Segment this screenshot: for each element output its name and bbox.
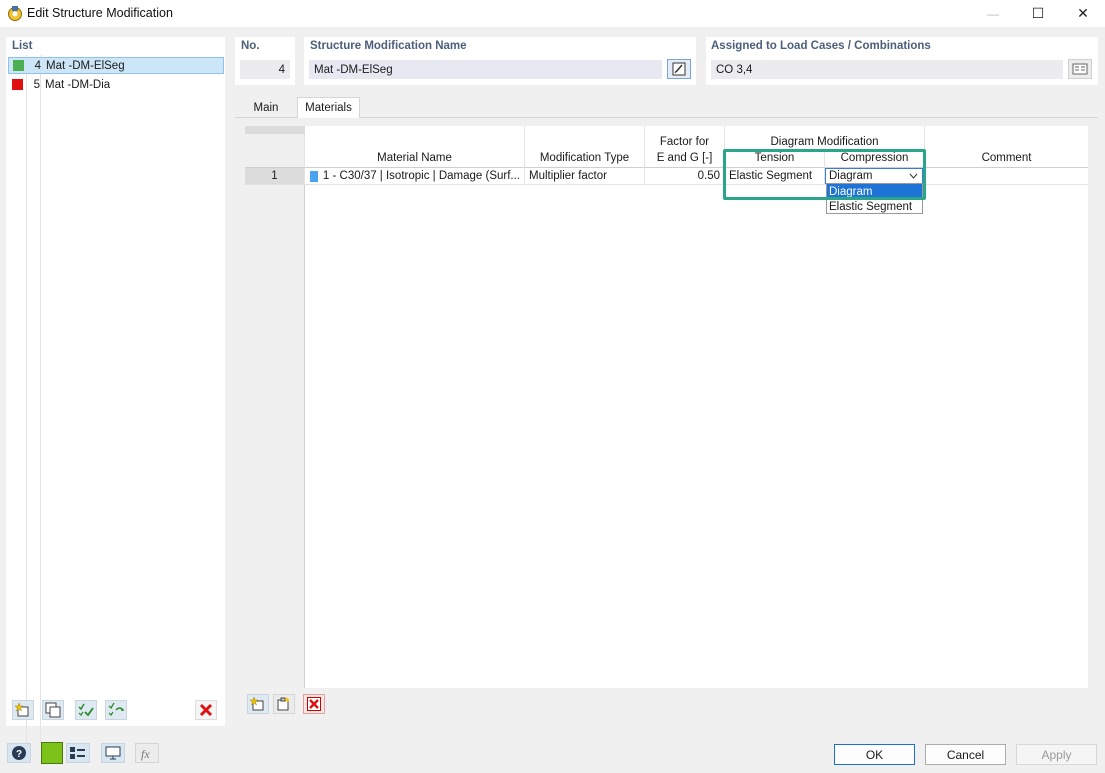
copy-item-button[interactable] [42, 700, 64, 720]
delete-icon [307, 697, 321, 711]
assigned-value: CO 3,4 [716, 63, 753, 76]
display-icon [70, 747, 85, 759]
delete-icon [199, 703, 213, 717]
header-diagram-modification: Diagram Modification [725, 126, 925, 152]
renumber-icon [108, 702, 124, 716]
tab-materials[interactable]: Materials [297, 97, 360, 118]
paste-icon [277, 697, 290, 711]
chevron-down-icon [909, 173, 918, 179]
delete-item-button[interactable] [195, 700, 217, 720]
minimize-icon: — [987, 6, 999, 21]
check-all-button[interactable] [75, 700, 97, 720]
renumber-button[interactable] [105, 700, 127, 720]
assigned-label: Assigned to Load Cases / Combinations [711, 40, 931, 52]
formula-icon: fx [141, 747, 150, 761]
assign-button[interactable] [1068, 59, 1092, 79]
row-number[interactable]: 1 [245, 168, 305, 185]
formula-button[interactable]: fx [135, 743, 159, 763]
compression-dropdown[interactable]: Diagram [825, 168, 923, 184]
new-item-icon [15, 702, 29, 717]
copy-icon [45, 702, 61, 718]
color-swatch [13, 60, 24, 71]
new-item-button[interactable] [12, 700, 34, 720]
no-field: 4 [240, 60, 290, 79]
title-bar: Edit Structure Modification — ☐ ✕ [0, 0, 1105, 27]
no-value: 4 [278, 63, 285, 76]
material-color-swatch [310, 170, 318, 182]
list-item-4[interactable]: 4 Mat -DM-ElSeg [8, 57, 224, 74]
assigned-field: CO 3,4 [711, 60, 1063, 79]
help-icon: ? [12, 746, 26, 760]
list-label: List [12, 40, 33, 52]
list-item-label: Mat -DM-ElSeg [46, 59, 125, 72]
tab-main[interactable]: Main [243, 97, 289, 118]
help-button[interactable]: ? [7, 743, 31, 763]
check-list-icon [78, 703, 94, 717]
materials-table: Material Name Modification Type Factor f… [245, 126, 1088, 688]
delete-row-button[interactable] [303, 694, 325, 714]
cancel-button[interactable]: Cancel [925, 744, 1006, 765]
close-icon: ✕ [1077, 5, 1089, 21]
insert-row-icon [250, 696, 264, 711]
row-header-column [245, 126, 305, 688]
name-input[interactable]: Mat -DM-ElSeg [309, 60, 662, 79]
cell-modification-type[interactable]: Multiplier factor [525, 168, 645, 185]
compression-dropdown-list: Diagram Elastic Segment [826, 183, 923, 214]
edit-name-button[interactable] [667, 59, 691, 79]
paste-row-button[interactable] [273, 694, 295, 714]
display-properties-button[interactable] [66, 743, 90, 763]
monitor-icon [105, 746, 121, 760]
tab-label: Materials [305, 102, 352, 114]
view-button[interactable] [101, 743, 125, 763]
svg-text:?: ? [16, 749, 22, 760]
apply-button[interactable]: Apply [1016, 744, 1097, 765]
no-label: No. [241, 40, 260, 52]
tab-label: Main [253, 101, 279, 114]
cell-material-name[interactable]: 1 - C30/37 | Isotropic | Damage (Surf... [305, 168, 525, 185]
dropdown-option-diagram[interactable]: Diagram [827, 184, 922, 199]
app-icon [8, 6, 22, 21]
color-swatch-button[interactable] [41, 742, 63, 764]
list-item-5[interactable]: 5 Mat -DM-Dia [8, 76, 224, 93]
list-icon [1072, 63, 1088, 75]
color-swatch [12, 79, 23, 90]
name-label: Structure Modification Name [310, 40, 467, 52]
list-item-number: 5 [33, 78, 40, 91]
window-title: Edit Structure Modification [27, 6, 173, 20]
minimize-button[interactable]: — [970, 0, 1016, 27]
ok-button[interactable]: OK [834, 744, 915, 765]
svg-text:fx: fx [141, 747, 150, 761]
cell-factor[interactable]: 0.50 [645, 168, 725, 185]
header-tension: Tension [725, 151, 825, 168]
header-comment: Comment [925, 126, 1088, 168]
name-value: Mat -DM-ElSeg [314, 63, 393, 76]
header-material-name: Material Name [305, 126, 525, 168]
cell-tension[interactable]: Elastic Segment [725, 168, 825, 185]
close-button[interactable]: ✕ [1060, 0, 1105, 27]
insert-row-button[interactable] [247, 694, 269, 714]
list-item-label: Mat -DM-Dia [45, 78, 111, 91]
header-modification-type: Modification Type [525, 126, 645, 168]
header-compression: Compression [825, 151, 925, 168]
dropdown-option-elastic-segment[interactable]: Elastic Segment [827, 199, 922, 214]
header-factor: Factor for E and G [-] [645, 126, 725, 168]
maximize-icon: ☐ [1031, 5, 1045, 21]
cell-comment[interactable] [925, 168, 1088, 185]
edit-icon [672, 62, 686, 76]
maximize-button[interactable]: ☐ [1015, 0, 1061, 27]
list-guides [26, 55, 41, 743]
list-item-number: 4 [34, 59, 41, 72]
